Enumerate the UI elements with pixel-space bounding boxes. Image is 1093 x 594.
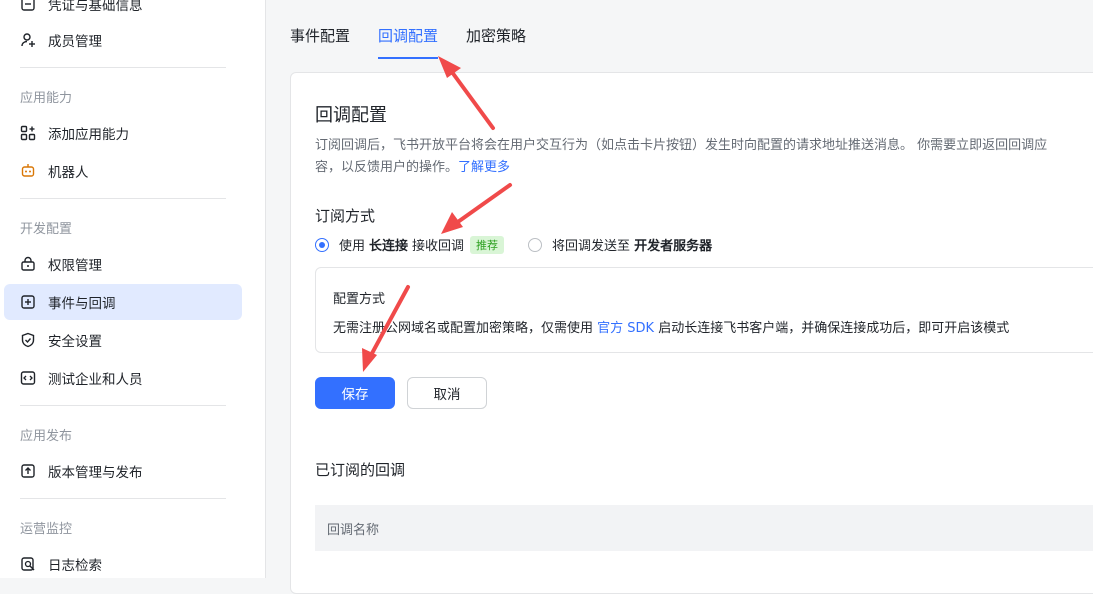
option1-prefix: 使用 — [339, 239, 366, 254]
sidebar-item-security[interactable]: 安全设置 — [4, 322, 242, 358]
section-title-capability: 应用能力 — [20, 91, 73, 106]
card-description: 订阅回调后，飞书开放平台将会在用户交互行为（如点击卡片按钮）发生时向配置的请求地… — [315, 135, 1093, 179]
sidebar-item-label: 测试企业和人员 — [48, 372, 143, 388]
learn-more-link[interactable]: 了解更多 — [458, 160, 510, 175]
tab-callback-config[interactable]: 回调配置 — [378, 24, 439, 59]
sidebar-item-label: 日志检索 — [48, 558, 102, 574]
sidebar-item-versions[interactable]: 版本管理与发布 — [4, 453, 242, 489]
config-method-title: 配置方式 — [333, 292, 386, 307]
sidebar-item-test-users[interactable]: 测试企业和人员 — [4, 360, 242, 396]
tab-bar: 事件配置 回调配置 加密策略 — [290, 24, 554, 60]
permission-icon — [20, 256, 36, 272]
radio-developer-server[interactable] — [528, 237, 543, 252]
sidebar-item-events-callbacks[interactable]: 事件与回调 — [4, 284, 242, 320]
description-line-2: 容，以反馈用户的操作。了解更多 — [315, 157, 1093, 179]
option1-suffix: 接收回调 — [412, 239, 465, 254]
description-text: 容，以反馈用户的操作。 — [315, 160, 459, 175]
recommend-badge: 推荐 — [470, 235, 505, 254]
member-icon — [20, 32, 36, 48]
sidebar-item-label: 添加应用能力 — [48, 127, 129, 143]
subscribe-method-title: 订阅方式 — [315, 207, 376, 225]
save-button[interactable]: 保存 — [315, 377, 395, 409]
config-text-post: 启动长连接飞书客户端，并确保连接成功后，即可开启该模式 — [658, 321, 1010, 336]
shield-icon — [20, 332, 36, 348]
sidebar: 凭证与基础信息 成员管理 应用能力 添加应用能力 机器人 开发配置 权限管理 事… — [0, 0, 266, 578]
cancel-button[interactable]: 取消 — [407, 377, 487, 409]
sidebar-item-credentials[interactable]: 凭证与基础信息 — [4, 0, 242, 22]
sidebar-item-robot[interactable]: 机器人 — [4, 153, 242, 189]
radio-long-connection[interactable] — [315, 237, 329, 252]
description-line-1: 订阅回调后，飞书开放平台将会在用户交互行为（如点击卡片按钮）发生时向配置的请求地… — [315, 138, 1048, 153]
divider — [20, 405, 226, 406]
divider — [20, 498, 226, 499]
sidebar-item-label: 安全设置 — [48, 334, 102, 350]
section-title-dev-config: 开发配置 — [20, 222, 73, 237]
event-icon — [20, 294, 36, 310]
config-method-box: 配置方式 无需注册公网域名或配置加密策略，仅需使用 官方 SDK 启动长连接飞书… — [315, 267, 1093, 353]
sidebar-item-label: 成员管理 — [48, 34, 102, 50]
robot-icon — [20, 163, 36, 179]
sidebar-item-add-capability[interactable]: 添加应用能力 — [4, 115, 242, 151]
log-search-icon — [20, 556, 36, 572]
section-title-release: 应用发布 — [20, 429, 73, 444]
divider — [20, 67, 226, 68]
main-content: 事件配置 回调配置 加密策略 回调配置 订阅回调后，飞书开放平台将会在用户交互行… — [266, 0, 1093, 594]
option1-strong: 长连接 — [369, 239, 409, 254]
subscribe-method-options: 使用 长连接 接收回调 推荐 将回调发送至 开发者服务器 — [315, 235, 716, 254]
sidebar-item-members[interactable]: 成员管理 — [4, 22, 242, 58]
config-method-text: 无需注册公网域名或配置加密策略，仅需使用 官方 SDK 启动长连接飞书客户端，并… — [333, 317, 1009, 336]
table-header: 回调名称 — [315, 505, 1093, 551]
tab-event-config[interactable]: 事件配置 — [290, 24, 350, 58]
sidebar-item-label: 机器人 — [48, 165, 89, 181]
subscribed-callbacks-title: 已订阅的回调 — [315, 461, 406, 479]
column-header-callback-name: 回调名称 — [327, 523, 380, 538]
section-title-monitoring: 运营监控 — [20, 522, 73, 537]
sidebar-item-label: 事件与回调 — [48, 296, 116, 312]
sidebar-item-permissions[interactable]: 权限管理 — [4, 246, 242, 282]
sidebar-item-label: 权限管理 — [48, 258, 102, 274]
code-icon — [20, 370, 36, 386]
option2-prefix: 将回调发送至 — [552, 239, 631, 254]
divider — [20, 198, 226, 199]
official-sdk-link[interactable]: 官方 SDK — [597, 321, 654, 336]
callback-config-card: 回调配置 订阅回调后，飞书开放平台将会在用户交互行为（如点击卡片按钮）发生时向配… — [290, 72, 1093, 594]
upload-icon — [20, 463, 36, 479]
config-text-pre: 无需注册公网域名或配置加密策略，仅需使用 — [333, 321, 594, 336]
credential-icon — [20, 0, 36, 12]
option2-strong: 开发者服务器 — [634, 239, 713, 254]
sidebar-item-label: 凭证与基础信息 — [48, 0, 143, 14]
sidebar-item-log-search[interactable]: 日志检索 — [4, 546, 242, 582]
sidebar-item-label: 版本管理与发布 — [48, 465, 143, 481]
add-capability-icon — [20, 125, 36, 141]
card-title: 回调配置 — [315, 105, 387, 126]
tab-encryption[interactable]: 加密策略 — [466, 24, 526, 58]
